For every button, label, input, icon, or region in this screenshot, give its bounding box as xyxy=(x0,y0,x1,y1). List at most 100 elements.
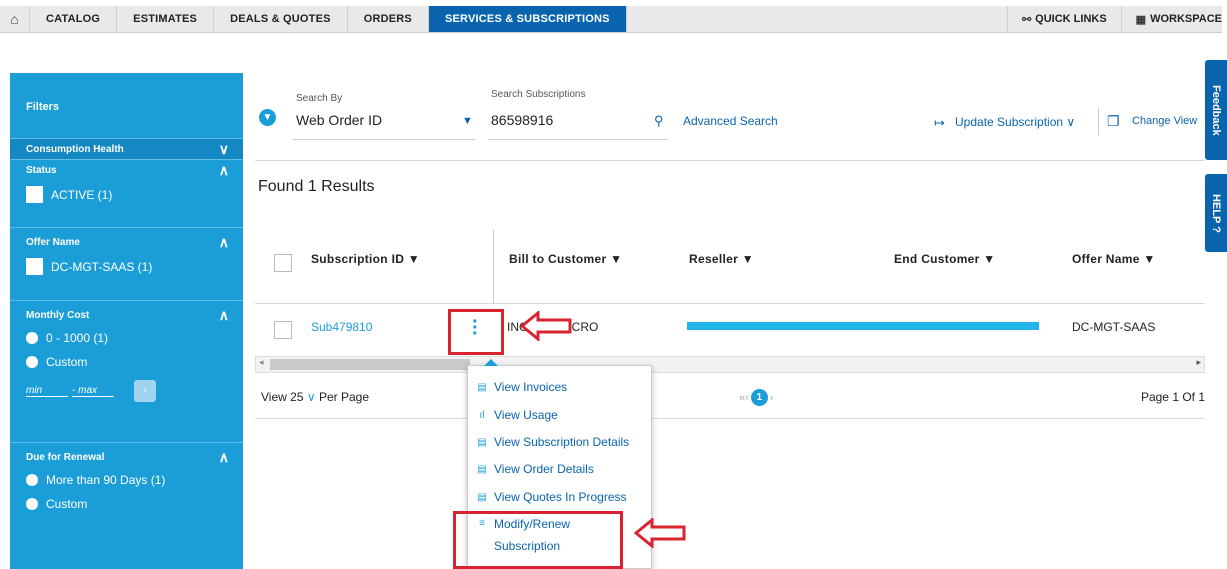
checkbox[interactable] xyxy=(26,186,43,203)
checkbox[interactable] xyxy=(26,258,43,275)
chevron-down-icon[interactable]: ▼ xyxy=(462,115,473,127)
workspace-label: WORKSPACE xyxy=(1150,13,1222,25)
cost-custom-label: Custom xyxy=(46,355,88,369)
scroll-right-icon[interactable]: ▸ xyxy=(1196,357,1201,368)
top-nav: ⌂ CATALOG ESTIMATES DEALS & QUOTES ORDER… xyxy=(0,6,1222,33)
kebab-icon: · · · xyxy=(472,311,479,345)
tab-services-subscriptions[interactable]: SERVICES & SUBSCRIPTIONS xyxy=(428,6,627,32)
menu-item-view-invoices[interactable]: ▤ View Invoices xyxy=(476,380,567,394)
chevron-right-icon[interactable]: › xyxy=(134,380,156,402)
search-by-underline xyxy=(293,139,475,140)
renewal-90-option[interactable]: More than 90 Days (1) xyxy=(10,468,243,492)
prev-page-icon[interactable]: ‹ xyxy=(745,392,749,404)
column-reseller[interactable]: Reseller ▼ xyxy=(689,252,754,266)
menu-item-view-order-details[interactable]: ▤ View Order Details xyxy=(476,462,594,476)
horizontal-scrollbar[interactable]: ◂ ▸ xyxy=(255,356,1205,373)
select-all-checkbox[interactable] xyxy=(274,254,292,272)
status-active-option[interactable]: ACTIVE (1) xyxy=(10,181,243,208)
cost-range-option[interactable]: 0 - 1000 (1) xyxy=(10,326,243,350)
tab-catalog[interactable]: CATALOG xyxy=(30,6,118,32)
feedback-tab[interactable]: Feedback xyxy=(1205,60,1227,160)
arrow-in-icon: ↦ xyxy=(934,115,945,130)
filters-title: Filters xyxy=(10,73,243,139)
update-subscription-button[interactable]: Update Subscription ∨ xyxy=(955,115,1075,129)
per-page-label: Per Page xyxy=(318,390,369,404)
max-input[interactable]: - max xyxy=(72,385,114,397)
chevron-down-icon: ∨ xyxy=(306,390,319,404)
update-subscription-label: Update Subscription xyxy=(955,115,1064,129)
radio-button[interactable] xyxy=(26,356,38,368)
annotation-arrow-icon xyxy=(634,518,686,548)
filter-status-section: Status ∧ ACTIVE (1) xyxy=(10,160,243,228)
search-input[interactable]: 86598916 xyxy=(491,112,553,128)
search-input-underline xyxy=(488,139,668,140)
help-label: HELP ? xyxy=(1210,193,1222,233)
advanced-search-link[interactable]: Advanced Search xyxy=(683,114,778,128)
offer-option-label: DC-MGT-SAAS (1) xyxy=(51,259,153,274)
filter-renewal-header[interactable]: Due for Renewal ∧ xyxy=(10,447,243,468)
renewal-custom-option[interactable]: Custom xyxy=(10,492,243,516)
menu-item-view-usage[interactable]: ıl View Usage xyxy=(476,408,558,422)
menu-item-label: View Quotes In Progress xyxy=(494,490,627,504)
tab-orders[interactable]: ORDERS xyxy=(348,6,429,32)
column-offer-name[interactable]: Offer Name ▼ xyxy=(1072,252,1156,266)
column-end-customer[interactable]: End Customer ▼ xyxy=(894,252,995,266)
renewal-custom-label: Custom xyxy=(46,497,88,511)
highlight-box xyxy=(453,511,623,569)
search-by-select[interactable]: Web Order ID xyxy=(296,112,382,128)
home-icon[interactable]: ⌂ xyxy=(0,6,30,32)
column-subscription-id[interactable]: Subscription ID ▼ xyxy=(311,252,420,266)
window-icon: ❐ xyxy=(1107,113,1120,129)
per-page-select[interactable]: View 25 ∨ Per Page xyxy=(261,390,369,404)
link-icon: ⚯ xyxy=(1021,13,1032,26)
filter-offer-header[interactable]: Offer Name ∧ xyxy=(10,232,243,253)
column-bill-to-customer[interactable]: Bill to Customer ▼ xyxy=(509,252,622,266)
redacted-bar xyxy=(687,322,1039,330)
min-input[interactable]: min xyxy=(26,385,68,397)
tab-deals-quotes[interactable]: DEALS & QUOTES xyxy=(214,6,348,32)
next-page-icon[interactable]: › xyxy=(770,392,774,404)
filter-offer-section: Offer Name ∧ DC-MGT-SAAS (1) xyxy=(10,228,243,301)
column-divider xyxy=(493,230,494,304)
results-count: Found 1 Results xyxy=(258,178,375,195)
status-active-label: ACTIVE (1) xyxy=(51,187,113,202)
page-info: Page 1 Of 1 xyxy=(1140,390,1205,404)
filter-status-header[interactable]: Status ∧ xyxy=(10,160,243,181)
filter-cost-section: Monthly Cost ∧ 0 - 1000 (1) Custom min -… xyxy=(10,301,243,443)
filter-consumption-label: Consumption Health xyxy=(26,143,124,155)
filter-cost-header[interactable]: Monthly Cost ∧ xyxy=(10,305,243,326)
filter-renewal-label: Due for Renewal xyxy=(26,452,105,463)
filter-consumption-health[interactable]: Consumption Health ∨ xyxy=(10,139,243,160)
radio-button[interactable] xyxy=(26,474,38,486)
cost-range-label: 0 - 1000 (1) xyxy=(46,331,109,345)
subscription-id-link[interactable]: Sub479810 xyxy=(311,320,372,334)
filter-offer-label: Offer Name xyxy=(26,237,80,248)
change-view-button[interactable]: Change View xyxy=(1132,115,1197,127)
help-tab[interactable]: HELP ? xyxy=(1205,174,1227,252)
cost-range-inputs: min - max › xyxy=(10,374,243,402)
current-page[interactable]: 1 xyxy=(750,389,768,406)
feedback-label: Feedback xyxy=(1210,84,1222,136)
scrollbar-thumb[interactable] xyxy=(270,359,470,370)
radio-button[interactable] xyxy=(26,332,38,344)
menu-item-view-subscription-details[interactable]: ▤ View Subscription Details xyxy=(476,435,629,449)
workspace-button[interactable]: ▦ WORKSPACE xyxy=(1120,6,1222,32)
toolbar-divider xyxy=(1098,107,1099,135)
menu-item-view-quotes-in-progress[interactable]: ▤ View Quotes In Progress xyxy=(476,490,627,504)
offer-option[interactable]: DC-MGT-SAAS (1) xyxy=(10,253,243,280)
scroll-left-icon[interactable]: ◂ xyxy=(259,357,264,368)
search-icon[interactable]: ⚲ xyxy=(654,113,664,129)
row-checkbox[interactable] xyxy=(274,321,292,339)
table-header: Subscription ID ▼ Bill to Customer ▼ Res… xyxy=(255,230,1205,304)
radio-button[interactable] xyxy=(26,498,38,510)
quick-links-button[interactable]: ⚯ QUICK LINKS xyxy=(1006,6,1121,32)
cost-custom-option[interactable]: Custom xyxy=(10,350,243,374)
filter-icon[interactable]: ▼ xyxy=(259,109,276,126)
document-icon: ▤ xyxy=(477,381,487,393)
renewal-90-label: More than 90 Days (1) xyxy=(46,473,166,487)
menu-item-label: View Subscription Details xyxy=(494,435,630,449)
search-by-label: Search By xyxy=(296,93,343,104)
row-actions-button[interactable]: · · · xyxy=(448,309,504,355)
chevron-down-icon: ∨ xyxy=(1066,115,1076,129)
tab-estimates[interactable]: ESTIMATES xyxy=(117,6,215,32)
